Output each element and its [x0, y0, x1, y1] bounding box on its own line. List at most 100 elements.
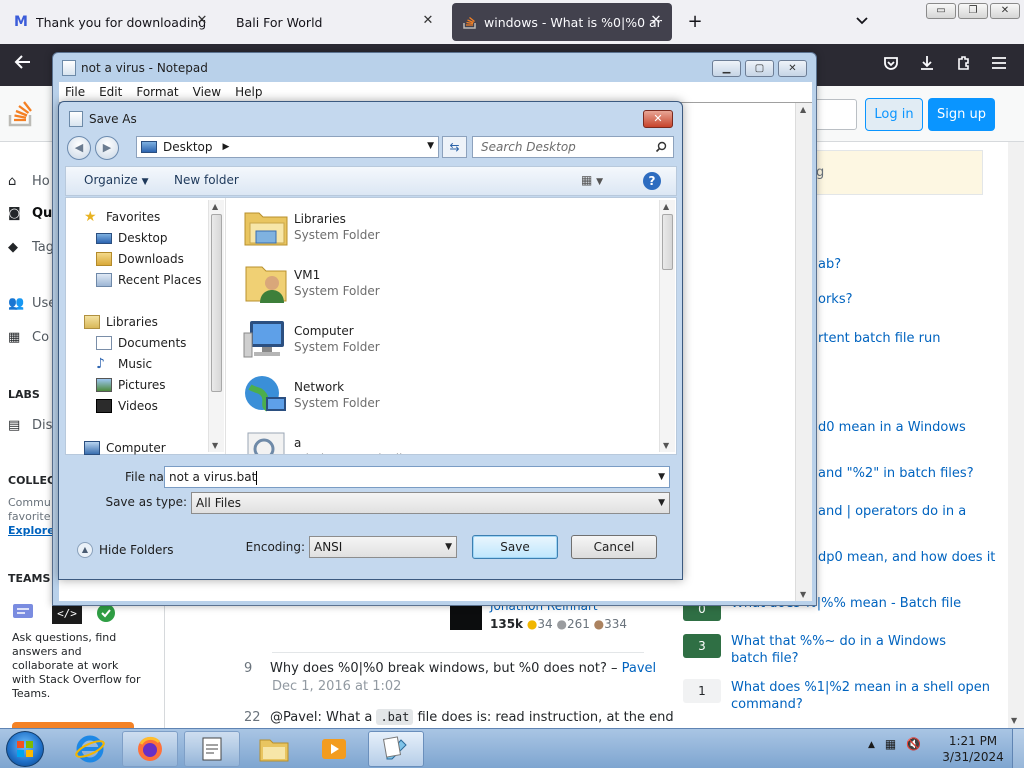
extensions-icon[interactable] — [953, 54, 975, 76]
tree-item-videos[interactable]: Videos — [96, 399, 158, 413]
notepad-minimize-button[interactable]: ▁ — [712, 60, 741, 77]
organize-button[interactable]: Organize ▼ — [84, 173, 149, 187]
tree-item-desktop[interactable]: Desktop — [96, 231, 168, 245]
address-bar[interactable]: Desktop ▶ ▼ — [136, 136, 439, 158]
taskbar-media-player[interactable] — [306, 731, 362, 767]
taskbar-notepad[interactable] — [184, 731, 240, 767]
nav-companies[interactable]: ▦ Co — [8, 330, 49, 345]
save-button[interactable]: Save — [472, 535, 558, 559]
file-name-field[interactable]: not a virus.bat ▼ — [164, 466, 670, 488]
stackoverflow-logo-icon[interactable] — [8, 98, 36, 128]
start-button[interactable] — [6, 731, 44, 767]
related-link[interactable]: What does %1|%2 mean in a shell open com… — [731, 679, 991, 713]
list-item[interactable]: Network System Folder — [242, 370, 380, 420]
taskbar-notepad-active[interactable] — [368, 731, 424, 767]
hide-folders-button[interactable]: ▲ Hide Folders — [77, 542, 174, 558]
taskbar-internet-explorer[interactable] — [62, 731, 118, 767]
nav-users[interactable]: 👥 Use — [8, 296, 56, 311]
search-input[interactable] — [810, 99, 857, 130]
tab-downloads[interactable]: M Thank you for downloading Ma ✕ — [4, 3, 218, 41]
menu-file[interactable]: File — [65, 85, 85, 99]
list-item[interactable]: Computer System Folder — [242, 314, 380, 364]
menu-view[interactable]: View — [193, 85, 221, 99]
close-tab-icon[interactable]: ✕ — [194, 13, 210, 29]
related-link[interactable]: ab? — [818, 256, 841, 273]
maximize-button[interactable]: ❐ — [958, 3, 988, 19]
notepad-scrollbar[interactable]: ▲ ▼ — [795, 103, 812, 601]
notepad-maximize-button[interactable]: ▢ — [745, 60, 774, 77]
tree-scrollbar[interactable]: ▲ ▼ — [208, 200, 224, 452]
scrollbar-thumb[interactable] — [211, 214, 222, 392]
encoding-select[interactable]: ANSI ▼ — [309, 536, 457, 558]
libraries-icon — [84, 315, 100, 329]
related-link[interactable]: What that %%~ do in a Windows batch file… — [731, 633, 981, 667]
close-tab-icon[interactable]: ✕ — [648, 13, 664, 29]
new-folder-button[interactable]: New folder — [174, 173, 239, 187]
related-link[interactable]: rtent batch file run — [818, 330, 941, 347]
minimize-button[interactable]: ▭ — [926, 3, 956, 19]
tree-item-favorites[interactable]: ★ Favorites — [84, 210, 160, 224]
taskbar-firefox[interactable] — [122, 731, 178, 767]
related-link[interactable]: and | operators do in a — [818, 503, 966, 520]
related-link[interactable]: dp0 mean, and how does it — [818, 549, 995, 566]
chevron-down-icon[interactable]: ▼ — [658, 467, 665, 487]
menu-hamburger-icon[interactable] — [988, 54, 1010, 76]
tree-item-computer[interactable]: Computer — [84, 441, 166, 455]
login-button[interactable]: Log in — [865, 98, 923, 131]
show-desktop-button[interactable] — [1012, 729, 1024, 768]
view-options-icon[interactable]: ▦ ▼ — [581, 173, 603, 187]
nav-discussions[interactable]: ▤ Dis — [8, 418, 52, 433]
refresh-icon[interactable]: ⇆ — [442, 136, 467, 158]
page-scrollbar[interactable]: ▼ — [1008, 142, 1024, 728]
list-item[interactable]: aWindows Batch File — [242, 426, 410, 454]
tree-item-pictures[interactable]: Pictures — [96, 378, 166, 392]
list-item[interactable]: VM1 System Folder — [242, 258, 380, 308]
browser-tab-bar: M Thank you for downloading Ma ✕ Bali Fo… — [0, 0, 1024, 44]
menu-edit[interactable]: Edit — [99, 85, 122, 99]
notepad-close-button[interactable]: ✕ — [778, 60, 807, 77]
chevron-down-icon[interactable]: ▼ — [427, 141, 434, 151]
related-link[interactable]: orks? — [818, 291, 853, 308]
cancel-button[interactable]: Cancel — [571, 535, 657, 559]
comment-user[interactable]: Pavel — [622, 661, 657, 676]
volume-muted-icon[interactable]: 🔇 — [906, 737, 921, 753]
tab-list-chevron-icon[interactable] — [855, 14, 869, 30]
save-as-dialog: Save As ✕ ◀ ▶ Desktop ▶ ▼ ⇆ Search Deskt… — [58, 101, 683, 580]
new-tab-button[interactable]: + — [684, 12, 706, 34]
close-tab-icon[interactable]: ✕ — [420, 13, 436, 29]
save-as-type-select[interactable]: All Files ▼ — [191, 492, 670, 514]
network-status-icon[interactable]: ▦ — [885, 737, 896, 753]
close-window-button[interactable]: ✕ — [990, 3, 1020, 19]
forward-arrow-icon[interactable]: ▶ — [95, 136, 119, 160]
help-icon[interactable]: ? — [643, 172, 661, 190]
tab-bali[interactable]: Bali For World ✕ — [226, 3, 444, 41]
taskbar-explorer[interactable] — [246, 731, 302, 767]
back-arrow-icon[interactable]: ◀ — [67, 136, 91, 160]
nav-tags[interactable]: ◆ Tag — [8, 240, 54, 255]
tree-item-music[interactable]: ♪ Music — [96, 357, 152, 371]
scrollbar-thumb[interactable] — [662, 214, 673, 270]
clock[interactable]: 1:21 PM 3/31/2024 — [938, 733, 1008, 765]
back-arrow-icon[interactable] — [12, 54, 34, 76]
menu-format[interactable]: Format — [136, 85, 178, 99]
related-link[interactable]: and "%2" in batch files? — [818, 465, 974, 482]
nav-questions[interactable]: ◙ Qu — [8, 206, 52, 221]
menu-help[interactable]: Help — [235, 85, 262, 99]
pocket-icon[interactable] — [880, 54, 902, 76]
dialog-close-button[interactable]: ✕ — [643, 110, 673, 128]
tab-stackoverflow[interactable]: windows - What is %0|%0 and h ✕ — [452, 3, 672, 41]
tree-item-recent[interactable]: Recent Places — [96, 273, 201, 287]
right-sidebar-box: g — [803, 150, 983, 195]
search-input[interactable]: Search Desktop — [472, 136, 674, 158]
related-link[interactable]: d0 mean in a Windows — [818, 419, 966, 436]
tree-item-downloads[interactable]: Downloads — [96, 252, 184, 266]
tree-item-libraries[interactable]: Libraries — [84, 315, 158, 329]
nav-home[interactable]: ⌂ Ho — [8, 174, 50, 189]
tree-item-documents[interactable]: Documents — [96, 336, 186, 350]
breadcrumb-arrow-icon[interactable]: ▶ — [223, 142, 230, 152]
signup-button[interactable]: Sign up — [928, 98, 995, 131]
show-hidden-icons-icon[interactable]: ▲ — [868, 737, 875, 753]
list-item[interactable]: Libraries System Folder — [242, 202, 380, 252]
file-list-scrollbar[interactable]: ▲ ▼ — [659, 200, 675, 452]
downloads-icon[interactable] — [916, 54, 938, 76]
